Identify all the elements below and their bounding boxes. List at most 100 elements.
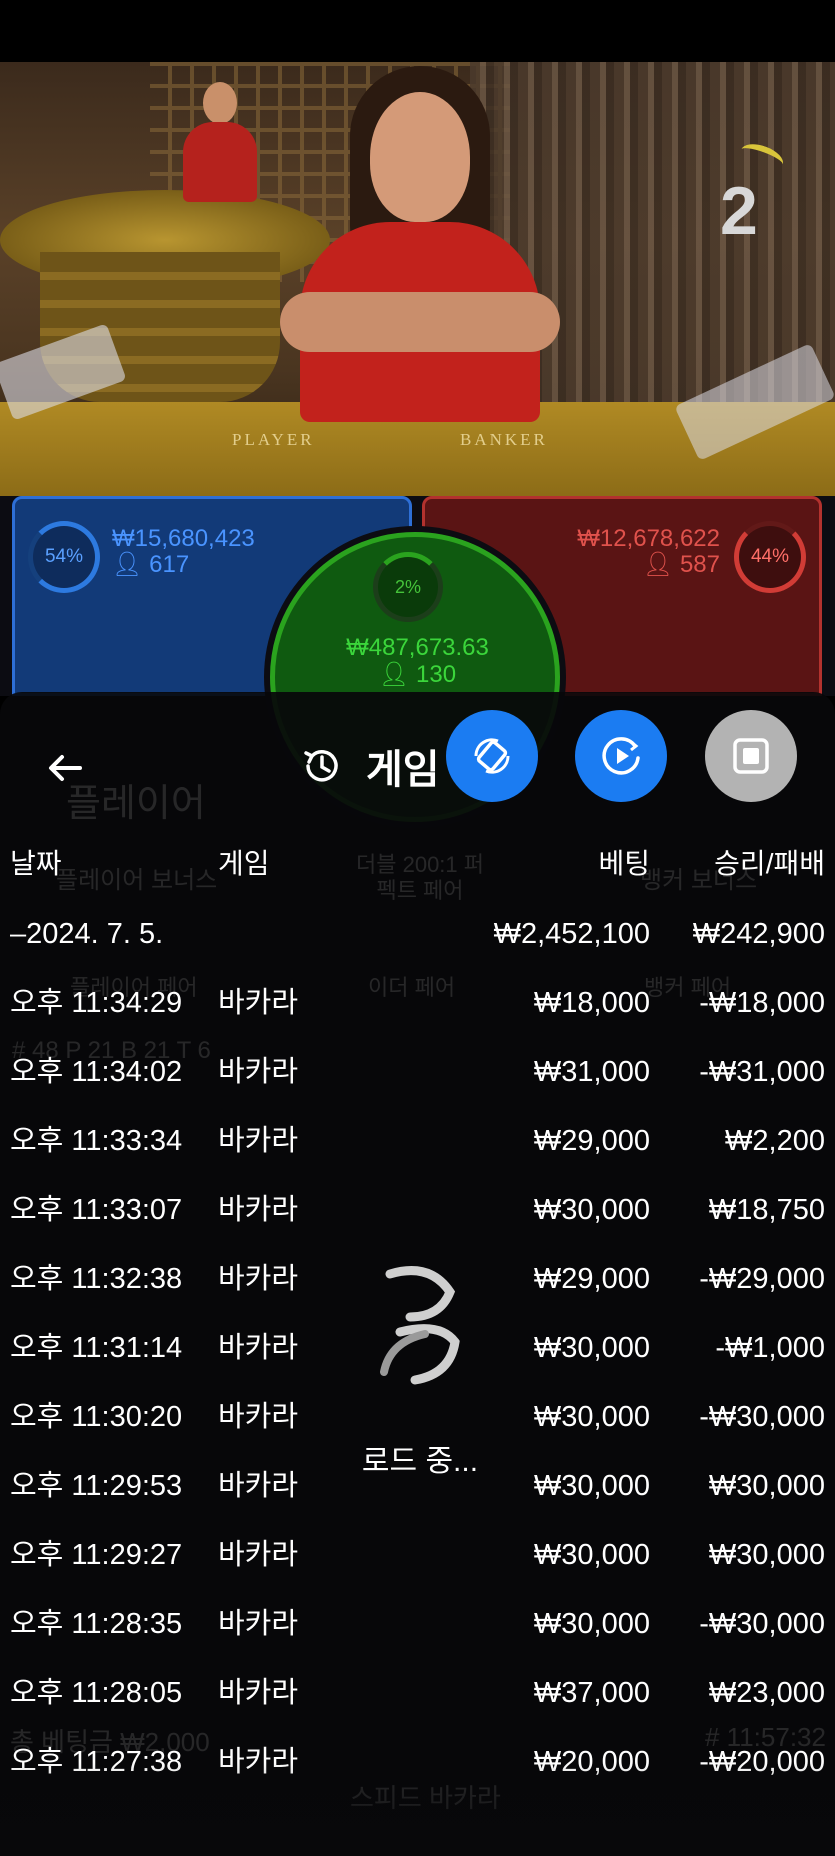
back-button[interactable] (40, 742, 92, 794)
row-game: 바카라 (218, 1263, 299, 1295)
history-row[interactable]: 오후 11:34:29 바카라 ₩18,000 -₩18,000 (0, 975, 835, 1031)
player-count: 👤︎ 617 (112, 552, 189, 578)
game-history-panel: 플레이어 플레이어 보너스 더블 200:1 퍼펙트 페어 뱅커 보너스 플레이… (0, 692, 835, 1856)
row-winloss: ₩30,000 (708, 1539, 825, 1571)
column-winloss: 승리/패배 (714, 848, 825, 879)
row-time: 오후 11:32:38 (10, 1263, 183, 1295)
felt-label-player: PLAYER (232, 430, 315, 449)
row-game: 바카라 (218, 987, 299, 1019)
player-count-value: 617 (149, 551, 190, 578)
stop-square-icon (733, 738, 769, 774)
row-time: 오후 11:27:38 (10, 1746, 183, 1778)
row-winloss: -₩1,000 (715, 1332, 825, 1364)
history-row[interactable]: 오후 11:33:34 바카라 ₩29,000 ₩2,200 (0, 1113, 835, 1169)
column-game: 게임 (218, 848, 270, 879)
column-date: 날짜 (10, 848, 62, 879)
spinner-logo-icon (380, 1266, 460, 1385)
row-bet: ₩31,000 (533, 1056, 650, 1088)
row-game: 바카라 (218, 1608, 299, 1640)
row-bet: ₩30,000 (533, 1539, 650, 1571)
row-bet: ₩37,000 (533, 1677, 650, 1709)
banker-count: 👤︎ 587 (548, 552, 720, 578)
round-counter: 2 (720, 173, 758, 249)
live-video[interactable]: PLAYER BANKER 2 (0, 62, 835, 502)
row-winloss: -₩20,000 (699, 1746, 825, 1778)
row-winloss: -₩31,000 (699, 1056, 825, 1088)
row-game: 바카라 (218, 1194, 299, 1226)
row-game: 바카라 (218, 1332, 299, 1364)
row-game: 바카라 (218, 1677, 299, 1709)
felt-label-banker: BANKER (460, 430, 548, 449)
summary-bet: ₩2,452,100 (493, 918, 650, 950)
row-time: 오후 11:29:53 (10, 1470, 183, 1502)
row-game: 바카라 (218, 1401, 299, 1433)
row-winloss: -₩30,000 (699, 1608, 825, 1640)
row-winloss: ₩2,200 (725, 1125, 825, 1157)
row-game: 바카라 (218, 1470, 299, 1502)
row-winloss: ₩30,000 (708, 1470, 825, 1502)
date-summary-row[interactable]: –2024. 7. 5. ₩2,452,100 ₩242,900 (0, 906, 835, 962)
history-row[interactable]: 오후 11:27:38 바카라 ₩20,000 -₩20,000 (0, 1734, 835, 1790)
row-bet: ₩29,000 (533, 1263, 650, 1295)
user-icon: 👤︎ (378, 661, 410, 688)
user-icon: 👤︎ (112, 551, 143, 578)
row-game: 바카라 (218, 1539, 299, 1571)
row-bet: ₩30,000 (533, 1608, 650, 1640)
user-icon: 👤︎ (642, 551, 674, 578)
tie-total-amount: ₩487,673.63 (346, 634, 489, 661)
row-winloss: ₩18,750 (708, 1194, 825, 1226)
banker-count-value: 587 (679, 551, 720, 578)
video-play-button[interactable] (575, 710, 667, 802)
row-bet: ₩20,000 (533, 1746, 650, 1778)
row-winloss: -₩18,000 (699, 987, 825, 1019)
row-game: 바카라 (218, 1746, 299, 1778)
player-percent-ring: 54% (28, 521, 100, 593)
row-bet: ₩30,000 (533, 1194, 650, 1226)
play-circle-icon (602, 737, 640, 775)
row-time: 오후 11:30:20 (10, 1401, 183, 1433)
row-bet: ₩30,000 (533, 1332, 650, 1364)
history-row[interactable]: 오후 11:33:07 바카라 ₩30,000 ₩18,750 (0, 1182, 835, 1238)
row-bet: ₩29,000 (533, 1125, 650, 1157)
row-time: 오후 11:28:05 (10, 1677, 183, 1709)
status-bar (0, 0, 835, 62)
row-time: 오후 11:28:35 (10, 1608, 183, 1640)
row-time: 오후 11:29:27 (10, 1539, 183, 1571)
row-winloss: -₩30,000 (699, 1401, 825, 1433)
history-row[interactable]: 오후 11:28:35 바카라 ₩30,000 -₩30,000 (0, 1596, 835, 1652)
banker-total-amount: ₩12,678,622 (577, 525, 720, 552)
arrow-left-icon (49, 755, 82, 781)
tie-percent-ring: 2% (373, 552, 443, 622)
history-table-header: 날짜 게임 베팅 승리/패배 (0, 842, 835, 886)
background-dealer (175, 82, 265, 212)
stop-button[interactable] (705, 710, 797, 802)
bet-summary: 54% ₩15,680,423 👤︎ 617 44% ₩12,678,622 👤… (0, 496, 835, 822)
banker-percent-ring: 44% (734, 521, 806, 593)
history-row[interactable]: 오후 11:34:02 바카라 ₩31,000 -₩31,000 (0, 1044, 835, 1100)
row-game: 바카라 (218, 1125, 299, 1157)
tie-count-value: 130 (416, 661, 457, 688)
loading-text: 로드 중... (361, 1445, 479, 1478)
row-bet: ₩18,000 (533, 987, 650, 1019)
player-total-amount: ₩15,680,423 (112, 525, 255, 552)
tie-count: 👤︎ 130 (300, 660, 535, 689)
row-time: 오후 11:33:34 (10, 1125, 183, 1157)
row-time: 오후 11:34:02 (10, 1056, 183, 1088)
history-row[interactable]: 오후 11:28:05 바카라 ₩37,000 ₩23,000 (0, 1665, 835, 1721)
row-time: 오후 11:34:29 (10, 987, 183, 1019)
summary-date: –2024. 7. 5. (10, 918, 164, 950)
row-game: 바카라 (218, 1056, 299, 1088)
rotate-device-icon (474, 738, 510, 774)
dealer (270, 62, 570, 422)
row-time: 오후 11:33:07 (10, 1194, 183, 1226)
row-time: 오후 11:31:14 (10, 1332, 183, 1364)
column-bet: 베팅 (598, 848, 650, 879)
row-winloss: ₩23,000 (708, 1677, 825, 1709)
row-bet: ₩30,000 (533, 1401, 650, 1433)
loading-spinner (370, 1262, 470, 1392)
summary-winloss: ₩242,900 (692, 918, 825, 950)
history-row[interactable]: 오후 11:29:27 바카라 ₩30,000 ₩30,000 (0, 1527, 835, 1583)
row-bet: ₩30,000 (533, 1470, 650, 1502)
rotate-button[interactable] (446, 710, 538, 802)
history-clock-icon (304, 750, 338, 782)
